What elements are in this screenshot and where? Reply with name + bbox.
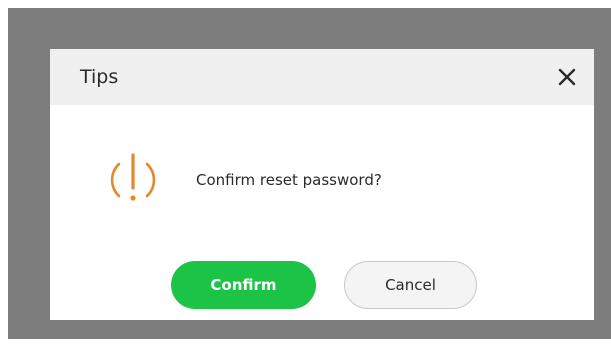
confirm-button[interactable]: Confirm (171, 261, 316, 309)
tips-dialog: Tips Confirm reset password? Confirm Can… (50, 49, 594, 320)
exclamation-circle-icon (110, 153, 156, 201)
close-icon (558, 68, 576, 86)
dialog-title: Tips (80, 66, 119, 88)
close-button[interactable] (553, 63, 581, 91)
dialog-header: Tips (50, 49, 594, 105)
cancel-button[interactable]: Cancel (344, 261, 477, 309)
confirm-message: Confirm reset password? (196, 171, 382, 189)
